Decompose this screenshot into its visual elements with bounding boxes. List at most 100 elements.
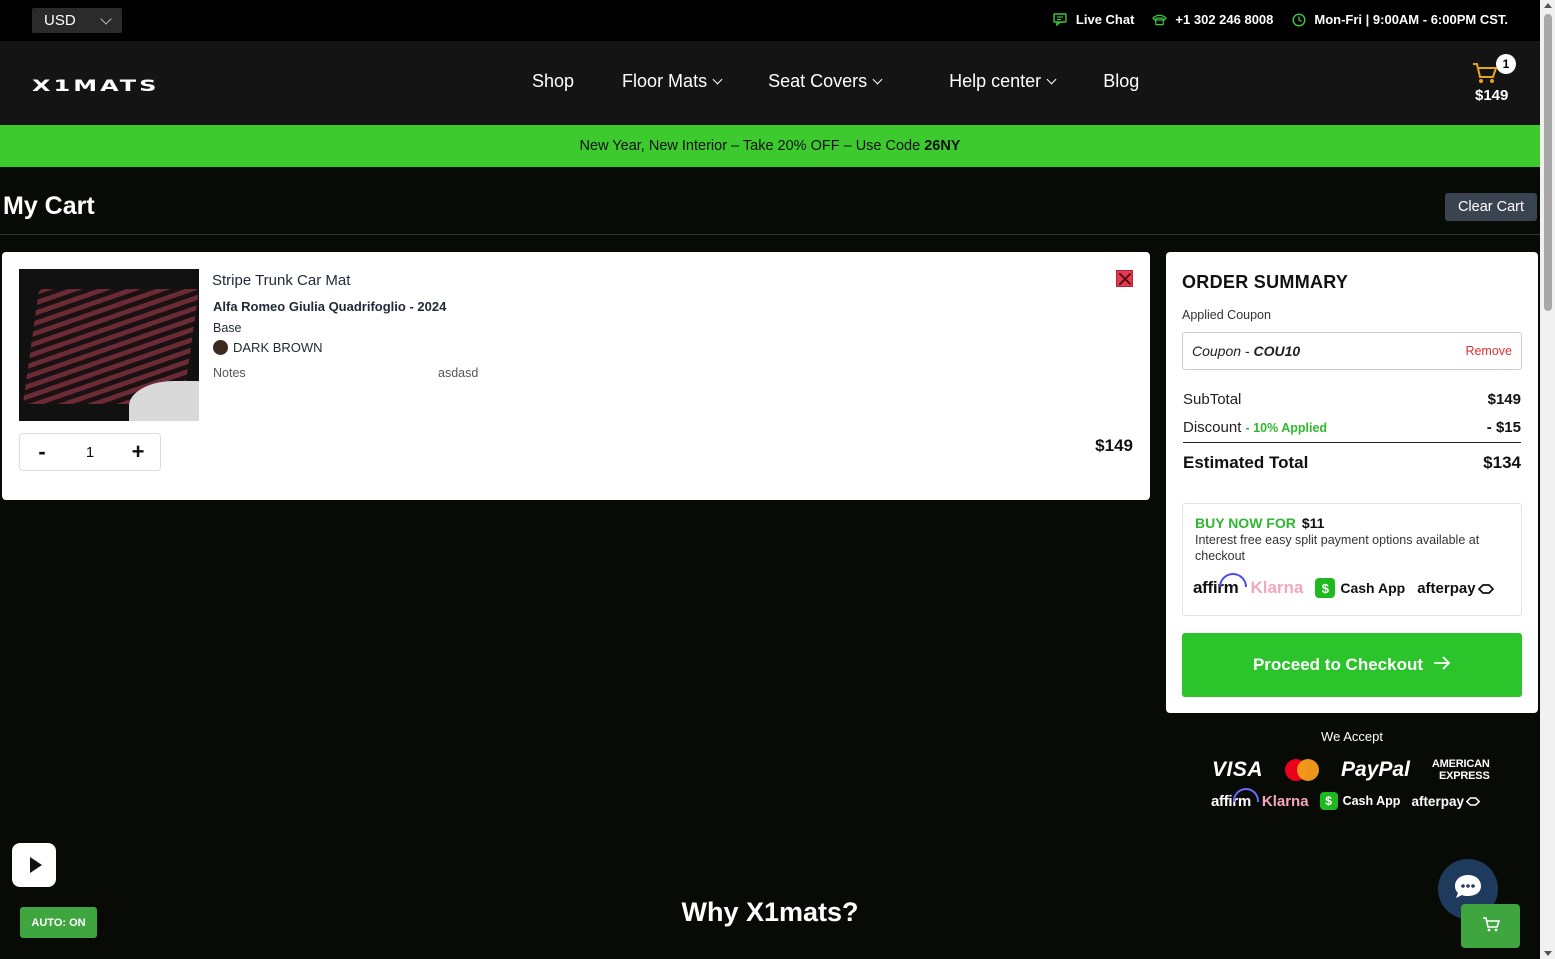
subtotal-value: $149	[1487, 391, 1521, 408]
main-header: X1MATS Shop Floor Mats Seat Covers Help …	[0, 41, 1540, 125]
header-cart[interactable]: 1 $149	[1466, 54, 1516, 114]
visa-logo: VISA	[1212, 758, 1264, 781]
klarna-logo: Klarna	[1261, 792, 1309, 810]
payment-logos-row-2: affirm Klarna $ Cash App afterpay	[1211, 787, 1481, 810]
coupon-text: Coupon - COU10	[1192, 343, 1300, 359]
site-logo[interactable]: X1MATS	[32, 77, 159, 95]
divider	[0, 234, 1540, 235]
phone-icon	[1152, 12, 1168, 27]
notes-value: asdasd	[438, 366, 479, 380]
mastercard-logo	[1285, 759, 1320, 781]
business-hours: Mon-Fri | 9:00AM - 6:00PM CST.	[1291, 12, 1508, 27]
product-image[interactable]	[19, 269, 199, 421]
dollar-icon: $	[1315, 578, 1336, 598]
total-label: Estimated Total	[1183, 453, 1309, 472]
bnpl-logos: affirm Klarna $ Cash App afterpay	[1193, 573, 1494, 598]
chevron-down-icon	[1046, 74, 1057, 85]
live-chat-label: Live Chat	[1075, 12, 1135, 27]
coupon-field: Coupon - COU10 Remove	[1182, 332, 1522, 370]
page-title: My Cart	[3, 192, 95, 220]
amex-line-2: EXPRESS	[1439, 770, 1490, 782]
hours-text: Mon-Fri | 9:00AM - 6:00PM CST.	[1314, 12, 1508, 27]
play-icon	[29, 857, 42, 873]
proceed-to-checkout-button[interactable]: Proceed to Checkout	[1182, 633, 1522, 697]
chat-bubble-icon	[1453, 873, 1483, 906]
cash-app-logo: $ Cash App	[1319, 792, 1401, 810]
product-color: DARK BROWN	[213, 340, 323, 355]
decrease-quantity-button[interactable]: -	[34, 439, 50, 465]
coupon-prefix: Coupon -	[1192, 343, 1250, 359]
we-accept-label: We Accept	[1321, 729, 1383, 744]
applied-coupon-label: Applied Coupon	[1182, 308, 1271, 322]
subtotal-label: SubTotal	[1183, 391, 1242, 408]
chat-icon	[1053, 12, 1068, 27]
nav-floor-mats[interactable]: Floor Mats	[622, 71, 723, 92]
afterpay-logo: afterpay	[1411, 793, 1481, 809]
afterpay-label: afterpay	[1417, 579, 1476, 597]
notes-label: Notes	[213, 366, 246, 380]
discount-row: Discount - 10% Applied - $15	[1183, 419, 1521, 436]
order-summary: ORDER SUMMARY Applied Coupon Coupon - CO…	[1166, 252, 1538, 713]
coupon-code: COU10	[1253, 343, 1301, 359]
discount-label: Discount	[1183, 419, 1242, 436]
clear-cart-button[interactable]: Clear Cart	[1445, 193, 1537, 221]
mastercard-orange-circle	[1297, 759, 1320, 781]
phone-number: +1 302 246 8008	[1175, 12, 1274, 27]
cash-app-logo: $ Cash App	[1315, 578, 1405, 598]
scrollbar-thumb[interactable]	[1544, 14, 1552, 311]
product-name[interactable]: Stripe Trunk Car Mat	[212, 272, 350, 289]
nav-help-center-label: Help center	[949, 71, 1042, 91]
scroll-down-arrow[interactable]	[1544, 951, 1552, 956]
affirm-logo: affirm	[1211, 787, 1259, 810]
bnpl-description: Interest free easy split payment options…	[1195, 533, 1480, 563]
color-swatch	[213, 340, 228, 355]
floating-cart-button[interactable]	[1461, 904, 1520, 948]
currency-value: USD	[44, 12, 76, 29]
bnpl-heading: BUY NOW FOR $11	[1195, 515, 1324, 531]
cart-total: $149	[1475, 87, 1509, 104]
increase-quantity-button[interactable]: +	[130, 439, 146, 465]
afterpay-label: afterpay	[1411, 793, 1464, 809]
play-video-button[interactable]	[12, 843, 56, 887]
cart-item-card: Stripe Trunk Car Mat Alfa Romeo Giulia Q…	[2, 252, 1150, 500]
nav-blog-label: Blog	[1103, 71, 1140, 91]
nav-help-center[interactable]: Help center	[949, 71, 1057, 92]
color-label: DARK BROWN	[233, 340, 323, 355]
scrollbar[interactable]	[1540, 0, 1555, 959]
amex-logo: AMERICAN EXPRESS	[1432, 758, 1490, 782]
nav-seat-covers-label: Seat Covers	[768, 71, 868, 91]
nav-seat-covers[interactable]: Seat Covers	[768, 71, 883, 92]
nav-shop[interactable]: Shop	[532, 71, 574, 92]
main-nav: Shop Floor Mats Seat Covers Help center …	[532, 71, 1139, 92]
cart-icon	[1482, 916, 1500, 937]
bnpl-amount: $11	[1301, 515, 1325, 531]
top-bar: USD Live Chat +1 302 246 8008 Mon-Fri | …	[0, 0, 1540, 41]
clock-icon	[1291, 12, 1306, 27]
afterpay-logo: afterpay	[1417, 579, 1494, 597]
chevron-down-icon	[100, 12, 112, 25]
affirm-logo: affirm	[1193, 573, 1248, 597]
product-trim: Base	[213, 321, 242, 335]
chevron-down-icon	[872, 74, 883, 85]
cash-app-label: Cash App	[1340, 580, 1406, 596]
contact-info: Live Chat +1 302 246 8008 Mon-Fri | 9:00…	[1043, 12, 1508, 27]
bnpl-box: BUY NOW FOR $11 Interest free easy split …	[1182, 503, 1522, 616]
arrow-right-icon	[1433, 655, 1451, 675]
remove-item-button[interactable]	[1116, 270, 1133, 287]
nav-blog[interactable]: Blog	[1103, 71, 1139, 92]
paypal-logo: PayPal	[1341, 758, 1410, 781]
product-vehicle: Alfa Romeo Giulia Quadrifoglio - 2024	[213, 299, 447, 314]
remove-coupon-button[interactable]: Remove	[1465, 344, 1512, 358]
divider	[1183, 442, 1521, 443]
cash-app-label: Cash App	[1342, 794, 1401, 808]
scroll-up-arrow[interactable]	[1544, 3, 1552, 8]
phone-link[interactable]: +1 302 246 8008	[1152, 12, 1273, 27]
dollar-icon: $	[1319, 792, 1338, 810]
discount-note: - 10% Applied	[1245, 421, 1328, 435]
currency-select[interactable]: USD	[32, 8, 122, 33]
live-chat-link[interactable]: Live Chat	[1053, 12, 1135, 27]
payment-logos-row-1: VISA PayPal AMERICAN EXPRESS	[1212, 758, 1490, 782]
quantity-value[interactable]: 1	[86, 444, 94, 461]
promo-text: New Year, New Interior – Take 20% OFF – …	[579, 138, 921, 154]
bnpl-heading-label: BUY NOW FOR	[1195, 515, 1296, 531]
